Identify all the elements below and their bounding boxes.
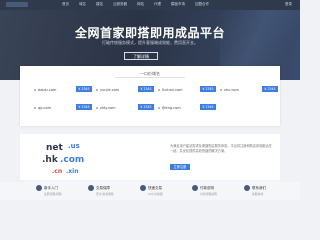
- logo-word-us: .us: [68, 142, 80, 150]
- footer-sub: 24小时客服: [148, 192, 163, 196]
- domain-item[interactable]: fjfeng.com ¥ 2345: [158, 104, 216, 113]
- domain-price-button[interactable]: ¥ 2345: [200, 104, 216, 110]
- domain-price-button[interactable]: ¥ 2345: [76, 104, 92, 110]
- nav-item-domain[interactable]: 域名: [79, 2, 86, 7]
- domain-price-button[interactable]: ¥ 2345: [76, 86, 92, 92]
- domain-item[interactable]: fuchan.com ¥ 2345: [158, 86, 216, 95]
- promo-description: 为满足用户建站需求及便捷购买服务体验，平台将注册和购买体验融合在一起，并优化提供…: [170, 144, 272, 153]
- domain-price-button[interactable]: ¥ 2345: [200, 86, 216, 92]
- domain-bullet-icon: [34, 89, 36, 91]
- site-logo[interactable]: [6, 2, 28, 7]
- footer-label: 付款说明: [200, 186, 214, 190]
- domain-name: zhty.com: [100, 106, 116, 110]
- logo-word-cn: .cn: [52, 168, 62, 175]
- domain-name: zhu.com: [224, 88, 239, 92]
- nav-item-join[interactable]: 加盟合作: [195, 2, 209, 7]
- domain-bullet-icon: [158, 107, 160, 109]
- register-button[interactable]: 立即注册: [170, 164, 190, 170]
- domain-item[interactable]: qp.com ¥ 2345: [34, 104, 92, 113]
- nav-item-home[interactable]: 首页: [62, 2, 69, 7]
- domain-item[interactable]: zhty.com ¥ 2345: [96, 104, 154, 113]
- domain-item[interactable]: yunjie.com ¥ 2345: [96, 86, 154, 95]
- footer-sub: 客服热线: [252, 192, 264, 196]
- domain-listing-panel: 一口价域名 baidu.com ¥ 2345 yunjie.com ¥ 2345…: [20, 66, 280, 126]
- domain-item[interactable]: zhu.com ¥ 2345: [220, 86, 278, 95]
- footer-features: 新手入门 注册流程/帮助 交易保障 安全/资金保障 快速交易 24小时客服 付款…: [0, 182, 300, 200]
- phone-icon: [244, 185, 250, 191]
- beginner-icon: [36, 185, 42, 191]
- domain-price-button[interactable]: ¥ 2345: [138, 104, 154, 110]
- footer-label: 交易保障: [96, 186, 110, 190]
- domain-bullet-icon: [220, 89, 222, 91]
- footer-sub: 付款流程说明: [200, 192, 217, 196]
- logo-word-hk: .hk: [42, 155, 59, 165]
- lightning-icon: [140, 185, 146, 191]
- domain-name: fjfeng.com: [162, 106, 181, 110]
- hero-cta-button[interactable]: 了解详情: [124, 52, 158, 60]
- domain-price-button[interactable]: ¥ 2345: [138, 86, 154, 92]
- hero-subtitle: 打破传统服务模式，提升客服端成效能，费用直开支。: [102, 40, 198, 45]
- shield-icon: [88, 185, 94, 191]
- promo-section: net .us .hk .com .cn .xin 为满足用户建站需求及便捷购买…: [20, 134, 280, 180]
- logo-word-xin: .xin: [66, 168, 78, 175]
- footer-label: 联系我们: [252, 186, 266, 190]
- main-nav: 首页 域名 建站 云服务器 网站 代理 模板市场 加盟合作: [62, 2, 209, 7]
- domain-bullet-icon: [158, 89, 160, 91]
- nav-item-web[interactable]: 网站: [137, 2, 144, 7]
- nav-item-agent[interactable]: 代理: [154, 2, 161, 7]
- footer-sub: 注册流程/帮助: [44, 192, 62, 196]
- hero-title: 全网首家即搭即用成品平台: [74, 26, 225, 40]
- domain-name: qp.com: [38, 106, 52, 110]
- nav-item-site[interactable]: 建站: [96, 2, 103, 7]
- wallet-icon: [192, 185, 198, 191]
- footer-sub: 安全/资金保障: [96, 192, 114, 196]
- domain-bullet-icon: [96, 89, 98, 91]
- logo-word-com: .com: [60, 155, 84, 165]
- domain-name: baidu.com: [38, 88, 57, 92]
- domain-price-button[interactable]: ¥ 2345: [262, 86, 278, 92]
- footer-label: 快速交易: [148, 186, 162, 190]
- top-navbar: 首页 域名 建站 云服务器 网站 代理 模板市场 加盟合作 登录: [0, 0, 300, 10]
- footer-label: 新手入门: [44, 186, 58, 190]
- domain-bullet-icon: [96, 107, 98, 109]
- logo-word-net: net: [46, 143, 64, 153]
- login-link[interactable]: 登录: [285, 2, 292, 7]
- domain-suffix-logo: net .us .hk .com .cn .xin: [42, 142, 84, 175]
- domain-item[interactable]: baidu.com ¥ 2345: [34, 86, 92, 95]
- heading-divider: [115, 77, 185, 78]
- nav-item-templates[interactable]: 模板市场: [171, 2, 185, 7]
- domain-bullet-icon: [34, 107, 36, 109]
- domain-name: fuchan.com: [162, 88, 183, 92]
- domain-name: yunjie.com: [100, 88, 120, 92]
- nav-item-cloud[interactable]: 云服务器: [113, 2, 127, 7]
